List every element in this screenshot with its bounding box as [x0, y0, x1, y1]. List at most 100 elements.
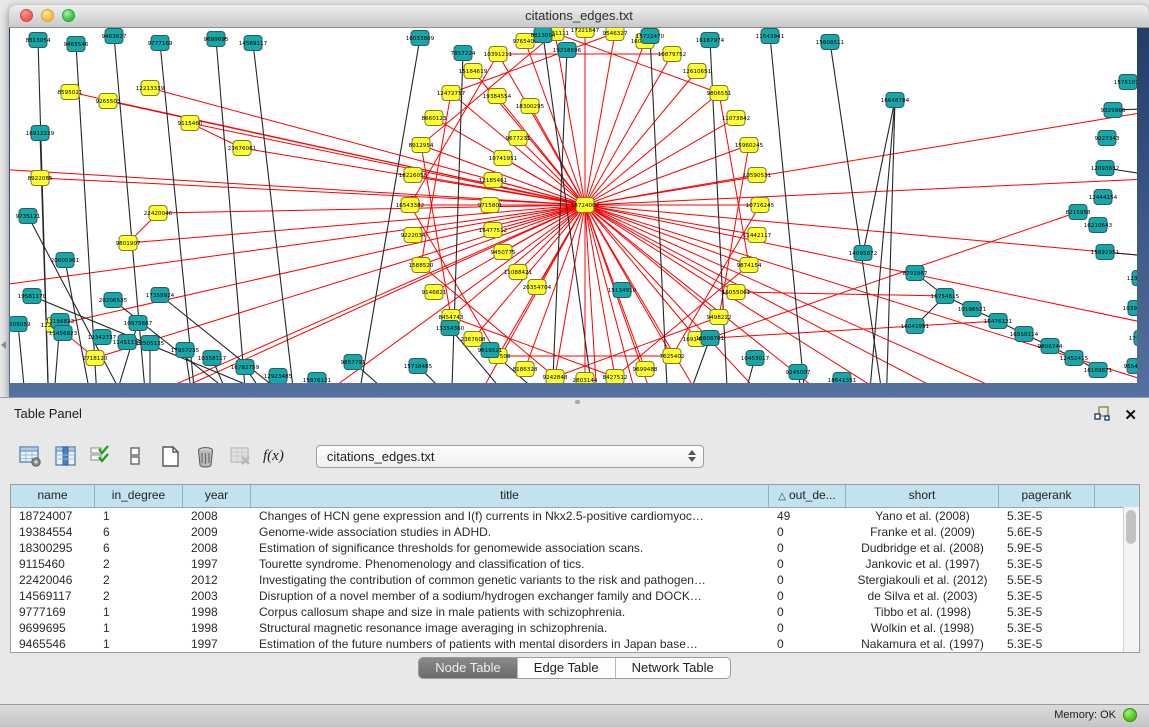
graph-node[interactable]: 2718120	[83, 351, 108, 366]
graph-node[interactable]: 14095872	[849, 246, 877, 261]
graph-node[interactable]: 10590531	[743, 168, 772, 183]
graph-node[interactable]: 15751074	[1114, 75, 1137, 90]
column-header-outde[interactable]: △out_de...	[769, 485, 846, 507]
table-row[interactable]: 946362711997Embryonic stem cells: a mode…	[11, 652, 1139, 653]
graph-node[interactable]: 12923485	[264, 369, 293, 384]
network-canvas[interactable]: 1872400710716245114421179874154160550619…	[10, 28, 1137, 383]
graph-node[interactable]: 22420046	[144, 206, 173, 221]
graph-node[interactable]: 15608511	[816, 35, 845, 50]
graph-node[interactable]: 19384554	[483, 89, 512, 104]
graph-node[interactable]: 8791967	[903, 266, 928, 281]
column-header-name[interactable]: name	[11, 485, 95, 507]
graph-node[interactable]: 12213339	[136, 81, 165, 96]
graph-node[interactable]: 9465546	[64, 37, 89, 52]
tab-node-table[interactable]: Node Table	[419, 658, 518, 678]
graph-node[interactable]: 9715801	[478, 198, 503, 213]
table-row[interactable]: 1872400712008Changes of HCN gene express…	[11, 508, 1139, 524]
graph-node[interactable]: 16033809	[406, 31, 435, 46]
graph-node[interactable]: 9801907	[116, 236, 141, 251]
graph-node[interactable]: 9857791	[341, 355, 366, 370]
graph-node[interactable]: 16041951	[901, 319, 930, 334]
graph-node[interactable]: 10879752	[658, 47, 686, 62]
column-header-year[interactable]: year	[183, 485, 251, 507]
graph-node[interactable]: 9699695	[204, 32, 229, 47]
tab-network-table[interactable]: Network Table	[616, 658, 730, 678]
graph-node[interactable]: 7625402	[660, 349, 685, 364]
graph-node[interactable]: 16543382	[396, 198, 424, 213]
graph-node[interactable]: 8922085	[28, 171, 53, 186]
network-select-dropdown[interactable]: citations_edges.txt	[316, 445, 704, 468]
graph-node[interactable]: 7857224	[451, 46, 476, 61]
graph-node[interactable]: 12093832	[1091, 161, 1119, 176]
graph-node[interactable]: 17135278	[1129, 331, 1137, 346]
column-header-title[interactable]: title	[251, 485, 769, 507]
graph-node[interactable]: 9806551	[707, 86, 732, 101]
graph-node[interactable]: 9874154	[737, 258, 762, 273]
graph-node[interactable]: 2803144	[573, 373, 598, 384]
graph-node[interactable]: 8205059	[10, 317, 31, 332]
table-row[interactable]: 911546021997Tourette syndrome. Phenomeno…	[11, 556, 1139, 572]
graph-node[interactable]: 10391211	[484, 47, 513, 62]
delete-icon[interactable]	[193, 444, 217, 468]
table-settings-icon[interactable]	[18, 444, 42, 468]
graph-node[interactable]: 19581170	[18, 289, 47, 304]
graph-node[interactable]: 11543941	[756, 29, 785, 44]
graph-node[interactable]: 9329966	[1101, 103, 1126, 118]
table-row[interactable]: 1938455462009Genome-wide association stu…	[11, 524, 1139, 540]
graph-node[interactable]: 1588520	[409, 258, 434, 273]
float-panel-icon[interactable]	[1094, 405, 1110, 426]
table-row[interactable]: 977716911998Corpus callosum shape and si…	[11, 604, 1139, 620]
graph-node[interactable]: 9677231	[506, 131, 531, 146]
graph-node[interactable]: 9546327	[603, 28, 628, 41]
graph-node[interactable]: 17221847	[571, 28, 600, 38]
graph-node[interactable]: 9554624	[1124, 359, 1137, 374]
tab-edge-table[interactable]: Edge Table	[518, 658, 616, 678]
table-row[interactable]: 1830029562008Estimation of significance …	[11, 540, 1139, 556]
graph-node[interactable]: 15718485	[404, 359, 433, 374]
graph-node[interactable]: 9450775	[491, 245, 516, 260]
graph-node[interactable]: 20206535	[99, 293, 128, 308]
graph-node[interactable]: 14569117	[239, 36, 268, 51]
graph-node[interactable]: 8660123	[422, 111, 447, 126]
graph-node[interactable]: 9146821	[422, 285, 447, 300]
graph-node[interactable]: 10453017	[741, 351, 770, 366]
table-row[interactable]: 946554611997Estimation of the future num…	[11, 636, 1139, 652]
graph-node[interactable]: 9227343	[1095, 131, 1120, 146]
graph-node[interactable]: 9806744	[1038, 339, 1063, 354]
graph-node[interactable]: 16912229	[26, 126, 55, 141]
function-icon[interactable]: f(x)	[263, 448, 284, 465]
table-row[interactable]: 1456911722003Disruption of a novel membe…	[11, 588, 1139, 604]
graph-node[interactable]: 10391553	[1123, 301, 1137, 316]
graph-node[interactable]: 10716245	[746, 198, 775, 213]
new-file-icon[interactable]	[158, 444, 182, 468]
graph-node[interactable]: 8186328	[513, 362, 538, 377]
graph-node[interactable]: 9735121	[16, 209, 41, 224]
table-vertical-scrollbar[interactable]	[1123, 507, 1139, 652]
graph-node[interactable]: 9242848	[543, 370, 568, 384]
graph-node[interactable]: 18300295	[516, 99, 545, 114]
graph-node[interactable]: 13354360	[436, 321, 465, 336]
graph-node[interactable]: 9222034	[401, 228, 426, 243]
graph-node[interactable]: 12444154	[1089, 190, 1118, 205]
graph-node[interactable]: 9619521	[478, 343, 503, 358]
scrollbar-thumb[interactable]	[1126, 510, 1136, 544]
graph-node[interactable]: 11088421	[504, 265, 533, 280]
graph-node[interactable]: 16648784	[881, 93, 910, 108]
graph-node[interactable]: 11442117	[743, 228, 772, 243]
graph-node[interactable]: 12610651	[683, 64, 712, 79]
rows-icon[interactable]	[123, 444, 147, 468]
graph-node[interactable]: 15692951	[1091, 245, 1120, 260]
graph-node[interactable]: 15960245	[735, 138, 764, 153]
graph-node[interactable]: 8912954	[409, 138, 434, 153]
graph-node[interactable]: 9245007	[786, 365, 811, 380]
graph-node[interactable]: 9699488	[633, 362, 658, 377]
graph-node[interactable]: 8513054	[26, 33, 51, 48]
graph-node[interactable]: 8215958	[1066, 205, 1091, 220]
graph-node[interactable]: 9498222	[707, 310, 732, 325]
column-header-indegree[interactable]: in_degree	[95, 485, 183, 507]
graph-node[interactable]: 12364591	[1127, 271, 1137, 286]
graph-node[interactable]: 16210643	[1084, 218, 1113, 233]
splitter-collapse-arrow[interactable]	[1, 341, 6, 349]
graph-node[interactable]: 9115460	[178, 116, 203, 131]
column-header-pagerank[interactable]: pagerank	[999, 485, 1095, 507]
